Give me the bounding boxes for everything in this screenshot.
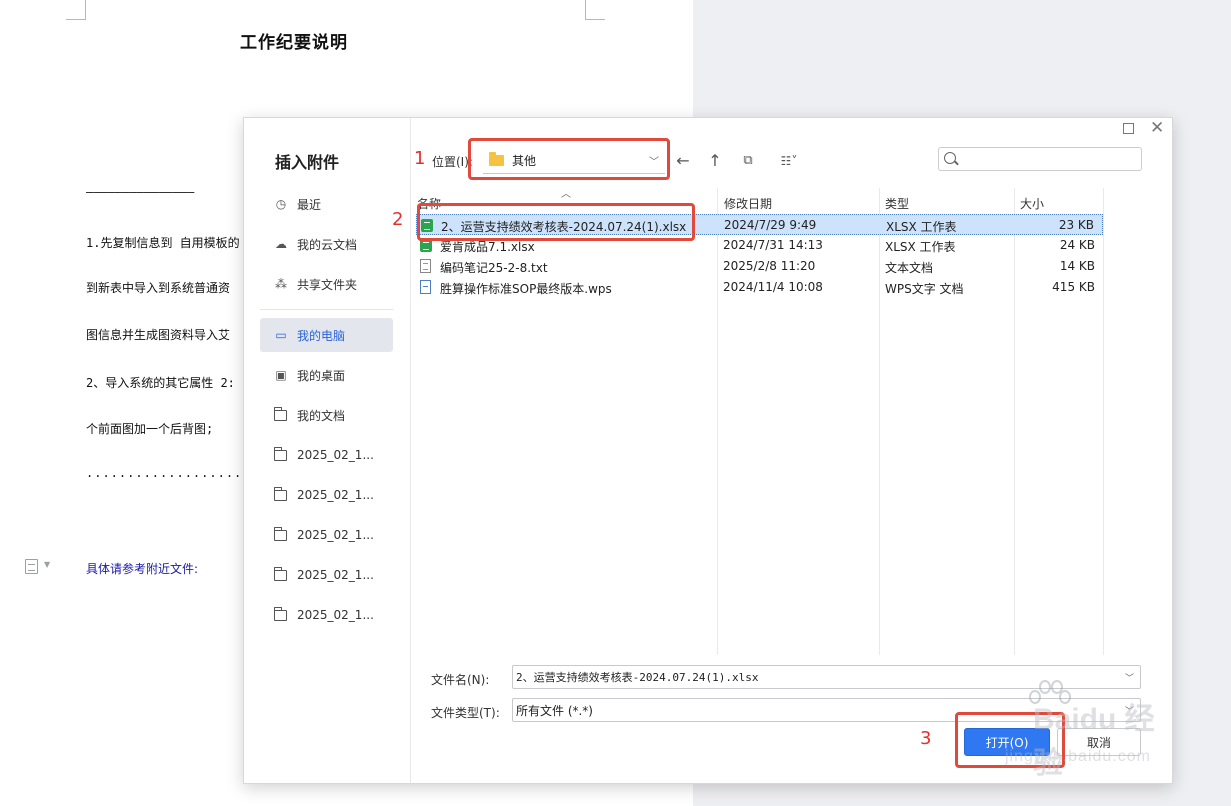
sidebar-item-recent[interactable]: ◷ 最近: [260, 187, 393, 221]
sidebar-item-label: 2025_02_1...: [297, 528, 374, 542]
sidebar-item-label: 2025_02_1...: [297, 568, 374, 582]
file-row[interactable]: 编码笔记25-2-8.txt 2025/2/8 11:20 文本文档 14 KB: [416, 256, 1103, 277]
folder-icon: [274, 606, 287, 621]
file-size: 24 KB: [1059, 238, 1095, 252]
sidebar-item-label: 我的桌面: [297, 368, 346, 383]
cancel-button[interactable]: 取消: [1057, 728, 1141, 756]
file-type: 文本文档: [885, 261, 934, 275]
folder-icon: [274, 526, 287, 541]
desktop-icon: ▣: [275, 368, 287, 382]
document-dash-line: ———————————————: [86, 185, 195, 199]
file-size: 14 KB: [1059, 259, 1095, 273]
new-folder-icon[interactable]: ⧉: [738, 151, 758, 171]
sidebar-item-folder[interactable]: 2025_02_1...: [260, 558, 393, 592]
file-date: 2024/11/4 10:08: [723, 280, 823, 294]
filename-label: 文件名(N):: [431, 673, 490, 687]
close-icon[interactable]: ✕: [1150, 118, 1164, 138]
document-text-line: 图信息并生成图资料导入艾: [86, 328, 231, 342]
cloud-icon: ☁: [275, 237, 287, 251]
sidebar-item-cloud-docs[interactable]: ☁ 我的云文档: [260, 227, 393, 261]
column-header-type[interactable]: 类型: [885, 195, 909, 212]
sidebar-item-folder[interactable]: 2025_02_1...: [260, 598, 393, 632]
file-date: 2024/7/31 14:13: [723, 238, 823, 252]
file-type: XLSX 工作表: [885, 240, 956, 254]
clock-icon: ◷: [275, 197, 287, 211]
column-divider: [1103, 188, 1104, 655]
document-text-line: 到新表中导入到系统普通资: [86, 281, 231, 295]
up-arrow-icon[interactable]: ↑: [705, 151, 725, 171]
document-text-line: 1.先复制信息到 自用模板的: [86, 236, 240, 250]
column-header-size[interactable]: 大小: [1020, 195, 1044, 212]
document-title: 工作纪要说明: [240, 33, 348, 53]
sidebar-item-label: 我的云文档: [297, 237, 358, 252]
share-icon: ⁂: [275, 277, 287, 291]
folder-icon: [274, 566, 287, 581]
sidebar-item-desktop[interactable]: ▣ 我的桌面: [260, 358, 393, 392]
annotation-highlight-box: [468, 138, 670, 180]
sidebar-item-label: 共享文件夹: [297, 277, 358, 292]
document-text-line: 个前面图加一个后背图;: [86, 422, 214, 436]
page-corner-mark: [585, 0, 605, 20]
maximize-icon[interactable]: [1123, 123, 1134, 134]
search-input[interactable]: [938, 147, 1142, 171]
documents-icon: [274, 406, 287, 421]
sidebar-item-label: 2025_02_1...: [297, 608, 374, 622]
chevron-down-icon[interactable]: ﹀: [1125, 704, 1134, 717]
chevron-down-icon[interactable]: ▼: [44, 560, 50, 569]
document-reference-text: 具体请参考附近文件:: [86, 562, 199, 576]
sidebar-item-folder[interactable]: 2025_02_1...: [260, 438, 393, 472]
sidebar-item-my-documents[interactable]: 我的文档: [260, 398, 393, 432]
sidebar-item-folder[interactable]: 2025_02_1...: [260, 478, 393, 512]
page-corner-mark: [66, 0, 86, 20]
file-name: 编码笔记25-2-8.txt: [440, 261, 548, 275]
annotation-step-number: 2: [392, 209, 404, 230]
back-arrow-icon[interactable]: ←: [673, 151, 693, 171]
folder-icon: [274, 486, 287, 501]
file-date: 2025/2/8 11:20: [723, 259, 816, 273]
sidebar-item-shared-folder[interactable]: ⁂ 共享文件夹: [260, 267, 393, 301]
search-icon: [944, 152, 956, 164]
annotation-step-number: 3: [920, 728, 932, 749]
file-type: XLSX 工作表: [886, 220, 957, 234]
file-size: 415 KB: [1052, 280, 1095, 294]
annotation-highlight-box: [955, 712, 1065, 768]
file-name: 胜算操作标准SOP最终版本.wps: [440, 282, 612, 296]
sidebar-item-label: 2025_02_1...: [297, 488, 374, 502]
annotation-highlight-box: [417, 203, 695, 241]
file-size: 23 KB: [1058, 218, 1094, 232]
sidebar-divider: [260, 309, 393, 310]
sort-caret-icon: ︿: [561, 189, 571, 200]
filename-input[interactable]: 2、运营支持绩效考核表-2024.07.24(1).xlsx ﹀: [512, 665, 1141, 689]
document-text-line: 2、导入系统的其它属性 2:: [86, 376, 235, 390]
filename-value: 2、运营支持绩效考核表-2024.07.24(1).xlsx: [516, 671, 759, 684]
file-date: 2024/7/29 9:49: [724, 218, 817, 232]
chevron-down-icon[interactable]: ﹀: [1125, 671, 1134, 684]
sidebar-item-label: 我的电脑: [297, 328, 346, 343]
file-row[interactable]: 胜算操作标准SOP最终版本.wps 2024/11/4 10:08 WPS文字 …: [416, 277, 1103, 298]
attachment-file-icon[interactable]: [25, 559, 38, 574]
view-mode-icon[interactable]: ☷˅: [774, 151, 804, 171]
file-type: WPS文字 文档: [885, 282, 964, 296]
sidebar-item-label: 最近: [297, 197, 322, 212]
dialog-title: 插入附件: [275, 153, 340, 172]
location-label: 位置(I):: [432, 155, 473, 169]
dialog-sidebar: 插入附件 ◷ 最近 ☁ 我的云文档 ⁂ 共享文件夹 ▭ 我的电脑 ▣ 我的桌面 …: [244, 118, 411, 783]
column-header-date[interactable]: 修改日期: [724, 195, 772, 212]
filetype-label: 文件类型(T):: [431, 706, 500, 720]
sidebar-item-label: 我的文档: [297, 408, 346, 423]
file-list: ︿ 名称 修改日期 类型 大小 2、运营支持绩效考核表-2024.07.24(1…: [411, 188, 1104, 655]
sidebar-item-my-computer[interactable]: ▭ 我的电脑: [260, 318, 393, 352]
insert-attachment-dialog: ✕ 插入附件 ◷ 最近 ☁ 我的云文档 ⁂ 共享文件夹 ▭ 我的电脑 ▣ 我的桌…: [243, 117, 1173, 784]
computer-icon: ▭: [275, 328, 287, 342]
sidebar-item-folder[interactable]: 2025_02_1...: [260, 518, 393, 552]
filetype-value: 所有文件 (*.*): [516, 703, 593, 718]
folder-icon: [274, 446, 287, 461]
txt-icon: [420, 259, 431, 273]
annotation-step-number: 1: [414, 148, 426, 169]
sidebar-item-label: 2025_02_1...: [297, 448, 374, 462]
wps-icon: [420, 280, 431, 294]
